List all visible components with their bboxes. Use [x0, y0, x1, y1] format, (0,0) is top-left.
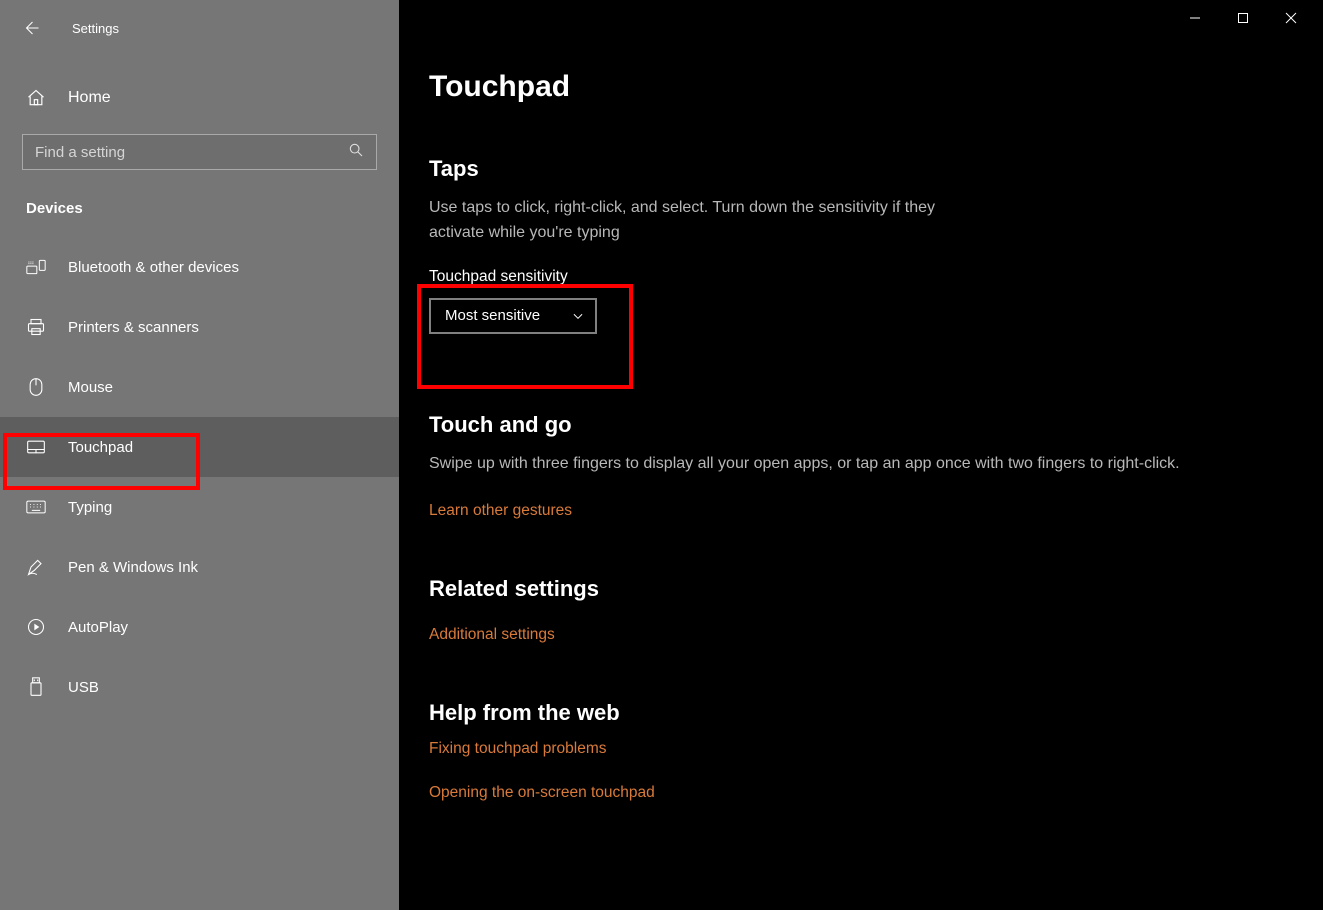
sensitivity-dropdown[interactable]: Most sensitive [429, 298, 597, 334]
sidebar-home[interactable]: Home [0, 46, 399, 116]
search-input[interactable] [35, 144, 348, 161]
maximize-button[interactable] [1219, 2, 1267, 34]
chevron-down-icon [571, 309, 585, 323]
sidebar-item-autoplay[interactable]: AutoPlay [0, 597, 399, 657]
page-title: Touchpad [429, 0, 1287, 104]
sidebar-item-touchpad[interactable]: Touchpad [0, 417, 399, 477]
section-related: Related settings Additional settings [429, 520, 1287, 644]
keyboard-icon [26, 500, 46, 514]
sidebar-item-usb[interactable]: USB [0, 657, 399, 717]
app-title: Settings [72, 21, 119, 36]
sidebar: Settings Home Devices [0, 0, 399, 910]
sensitivity-label: Touchpad sensitivity [429, 268, 1287, 286]
section-taps: Taps Use taps to click, right-click, and… [429, 104, 1287, 334]
additional-settings-link[interactable]: Additional settings [429, 626, 555, 644]
sidebar-item-printers[interactable]: Printers & scanners [0, 297, 399, 357]
sensitivity-value: Most sensitive [445, 307, 540, 324]
touch-go-heading: Touch and go [429, 412, 1287, 438]
help-link-onscreen[interactable]: Opening the on-screen touchpad [429, 784, 1287, 802]
sidebar-item-bluetooth[interactable]: Bluetooth & other devices [0, 237, 399, 297]
autoplay-icon [26, 617, 46, 637]
sidebar-item-label: Mouse [68, 379, 113, 396]
search-box[interactable] [22, 134, 377, 170]
printer-icon [26, 317, 46, 337]
sidebar-home-label: Home [68, 89, 111, 107]
pen-icon [26, 557, 46, 577]
help-link-fixing[interactable]: Fixing touchpad problems [429, 740, 1287, 758]
sidebar-item-label: USB [68, 679, 99, 696]
titlebar: Settings [0, 10, 399, 46]
main-panel: Touchpad Taps Use taps to click, right-c… [399, 0, 1323, 910]
section-touch-and-go: Touch and go Swipe up with three fingers… [429, 334, 1287, 521]
taps-description: Use taps to click, right-click, and sele… [429, 196, 989, 246]
sidebar-item-typing[interactable]: Typing [0, 477, 399, 537]
touchpad-icon [26, 439, 46, 455]
sidebar-item-label: Bluetooth & other devices [68, 259, 239, 276]
sidebar-item-label: Typing [68, 499, 112, 516]
search-icon [348, 142, 364, 162]
back-button[interactable] [22, 19, 40, 37]
help-heading: Help from the web [429, 700, 1287, 726]
mouse-icon [26, 377, 46, 397]
sidebar-item-label: Touchpad [68, 439, 133, 456]
sidebar-item-label: Printers & scanners [68, 319, 199, 336]
usb-icon [26, 677, 46, 697]
touch-go-description: Swipe up with three fingers to display a… [429, 452, 1287, 477]
sidebar-item-label: Pen & Windows Ink [68, 559, 198, 576]
sidebar-nav: Bluetooth & other devices Printers & sca… [0, 223, 399, 717]
sidebar-item-label: AutoPlay [68, 619, 128, 636]
search-wrap [0, 116, 399, 170]
learn-gestures-link[interactable]: Learn other gestures [429, 502, 572, 520]
taps-heading: Taps [429, 156, 1287, 182]
sidebar-item-mouse[interactable]: Mouse [0, 357, 399, 417]
home-icon [26, 88, 46, 108]
window-controls [1171, 2, 1315, 34]
sidebar-item-pen[interactable]: Pen & Windows Ink [0, 537, 399, 597]
close-button[interactable] [1267, 2, 1315, 34]
sidebar-category: Devices [0, 170, 399, 223]
related-heading: Related settings [429, 576, 1287, 602]
minimize-button[interactable] [1171, 2, 1219, 34]
devices-icon [26, 258, 46, 276]
section-help: Help from the web Fixing touchpad proble… [429, 644, 1287, 802]
